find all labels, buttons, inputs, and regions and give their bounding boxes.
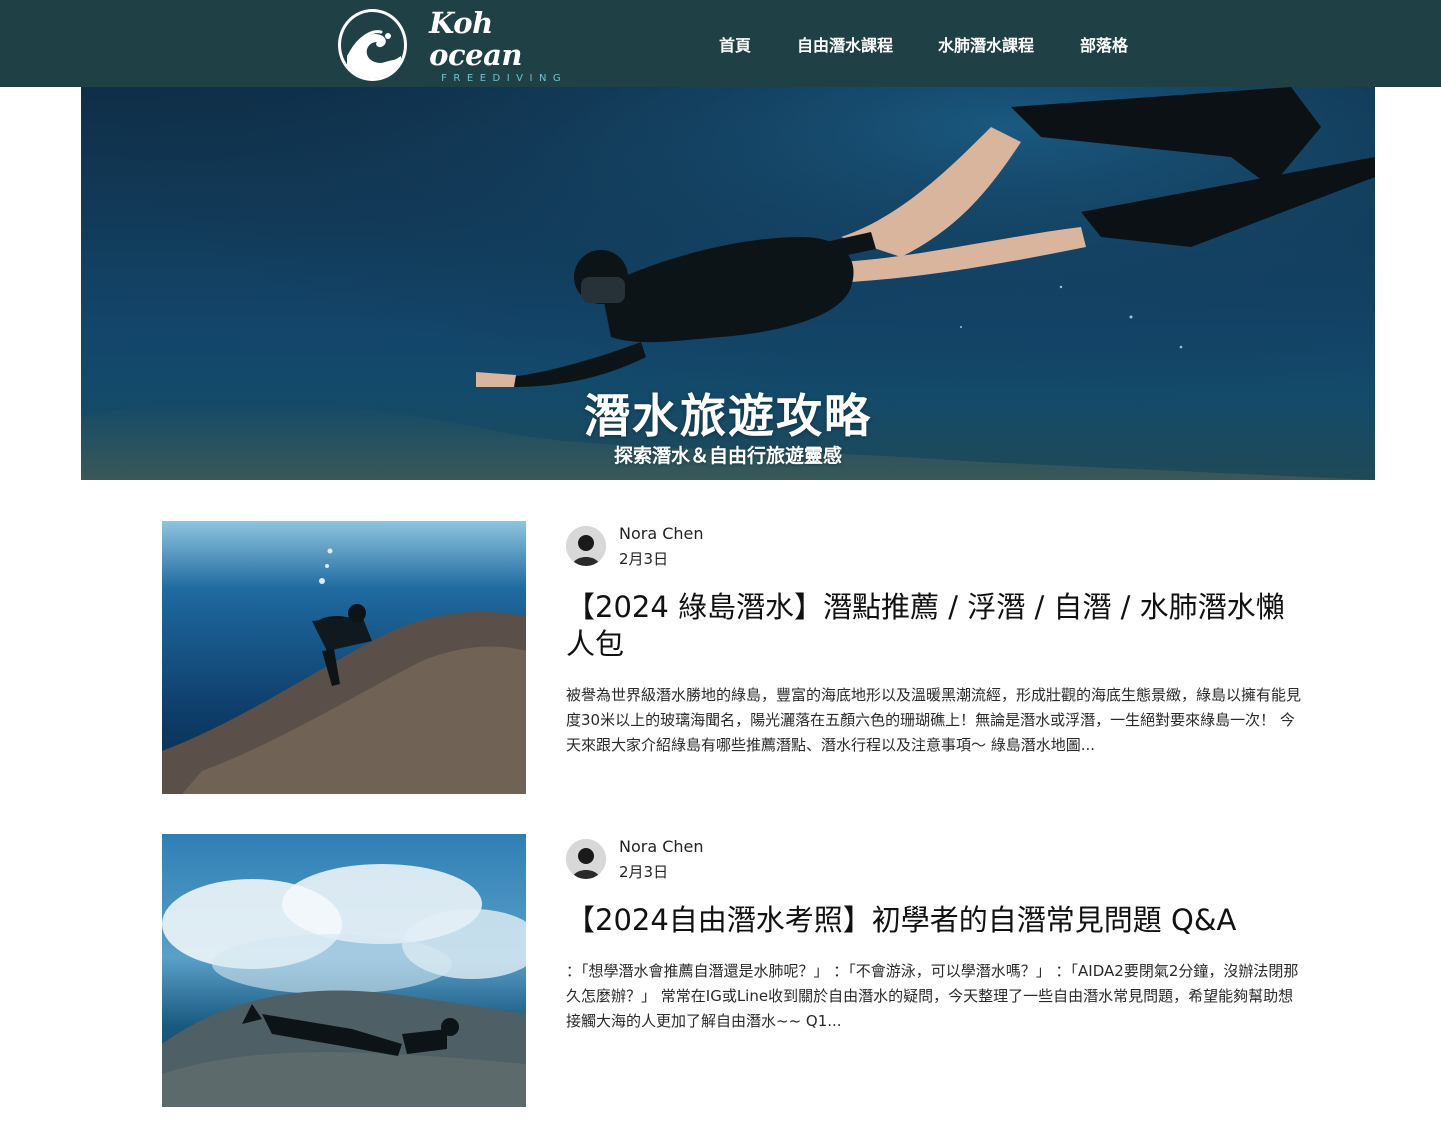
post-title[interactable]: 【2024 綠島潛水】潛點推薦 / 浮潛 / 自潛 / 水肺潛水懶人包 <box>566 589 1296 663</box>
hero-title: 潛水旅遊攻略 <box>584 389 872 443</box>
blog-post-card[interactable]: Nora Chen 2月3日 【2024自由潛水考照】初學者的自潛常見問題 Q&… <box>162 834 1302 1108</box>
post-date: 2月3日 <box>619 863 669 881</box>
nav-freediving-courses[interactable]: 自由潛水課程 <box>797 32 893 56</box>
hero-subtitle: 探索潛水＆自由行旅遊靈感 <box>613 445 842 467</box>
wave-logo-icon <box>338 9 408 81</box>
hero-banner: 潛水旅遊攻略 探索潛水＆自由行旅遊靈感 <box>81 87 1375 480</box>
blog-post-card[interactable]: Nora Chen 2月3日 【2024 綠島潛水】潛點推薦 / 浮潛 / 自潛… <box>162 521 1302 795</box>
site-logo[interactable]: Koh ocean FREEDIVING <box>338 5 588 84</box>
author-name[interactable]: Nora Chen <box>619 524 704 543</box>
nav-home[interactable]: 首頁 <box>719 32 751 56</box>
nav-blog[interactable]: 部落格 <box>1080 32 1128 56</box>
post-title[interactable]: 【2024自由潛水考照】初學者的自潛常見問題 Q&A <box>566 902 1296 939</box>
logo-name: Koh ocean <box>429 5 522 72</box>
post-date: 2月3日 <box>619 550 669 568</box>
nav-scuba-courses[interactable]: 水肺潛水課程 <box>938 32 1034 56</box>
post-excerpt: ：「想學潛水會推薦自潛還是水肺呢？」 ：「不會游泳，可以學潛水嗎？」 ：「AID… <box>566 962 1299 1030</box>
post-thumbnail[interactable] <box>162 834 526 1107</box>
post-excerpt: 被譽為世界級潛水勝地的綠島，豐富的海底地形以及溫暖黑潮流經，形成壯觀的海底生態景… <box>566 686 1302 754</box>
logo-subtitle: FREEDIVING <box>441 72 568 84</box>
site-header: Koh ocean FREEDIVING 首頁 自由潛水課程 水肺潛水課程 部落… <box>0 0 1441 87</box>
author-avatar[interactable] <box>566 839 606 879</box>
author-avatar[interactable] <box>566 526 606 566</box>
author-name[interactable]: Nora Chen <box>619 837 704 856</box>
post-thumbnail[interactable] <box>162 521 526 794</box>
